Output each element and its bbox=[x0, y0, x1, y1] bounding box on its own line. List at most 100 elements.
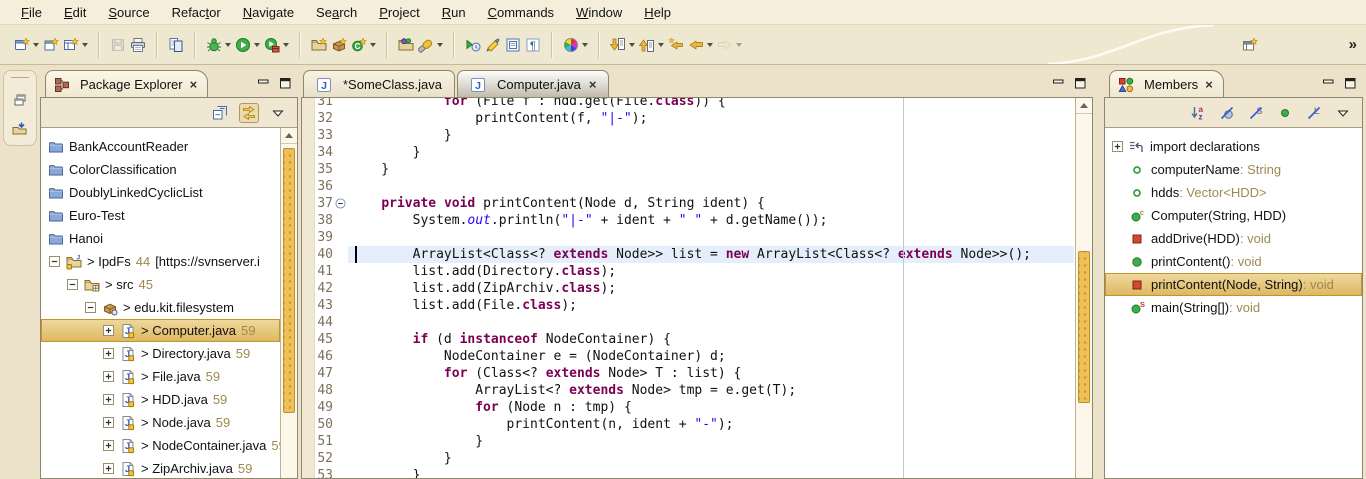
dropdown-arrow-icon[interactable] bbox=[33, 43, 39, 47]
menu-window[interactable]: Window bbox=[565, 2, 633, 23]
close-icon[interactable]: × bbox=[190, 77, 198, 92]
scrollbar-thumb[interactable] bbox=[283, 148, 295, 413]
expand-toggle-icon[interactable] bbox=[102, 462, 115, 475]
back-button[interactable] bbox=[686, 34, 715, 56]
tree-item-hanoi[interactable]: Hanoi bbox=[41, 227, 280, 250]
view-menu-button[interactable] bbox=[1333, 103, 1353, 123]
collapse-toggle-icon[interactable] bbox=[66, 278, 79, 291]
tree-item-computer-java[interactable]: J> Computer.java59 bbox=[41, 319, 280, 342]
link-with-editor-button[interactable] bbox=[239, 103, 259, 123]
prev-annotation-button[interactable] bbox=[637, 34, 666, 56]
expand-toggle-icon[interactable] bbox=[102, 393, 115, 406]
members-content[interactable]: import declarationscomputerName : String… bbox=[1105, 127, 1362, 478]
tree-item-nodecontainer-java[interactable]: J> NodeContainer.java59 bbox=[41, 434, 280, 457]
tree-item-doublylinkedcycliclist[interactable]: DoublyLinkedCyclicList bbox=[41, 181, 280, 204]
member-item-hdds[interactable]: hdds : Vector<HDD> bbox=[1105, 181, 1362, 204]
member-item-import-declarations[interactable]: import declarations bbox=[1105, 135, 1362, 158]
close-icon[interactable]: × bbox=[589, 77, 597, 92]
show-whitespace-button[interactable]: ¶ bbox=[523, 34, 543, 56]
menu-commands[interactable]: Commands bbox=[477, 2, 565, 23]
open-fast-view-button[interactable] bbox=[10, 119, 30, 139]
maximize-button[interactable] bbox=[279, 77, 292, 90]
dropdown-arrow-icon[interactable] bbox=[629, 43, 635, 47]
expand-toggle-icon[interactable] bbox=[1111, 140, 1124, 153]
sort-button[interactable]: az bbox=[1188, 103, 1208, 123]
dropdown-arrow-icon[interactable] bbox=[254, 43, 260, 47]
menu-source[interactable]: Source bbox=[97, 2, 160, 23]
open-perspective-button[interactable] bbox=[1239, 34, 1261, 56]
member-item-printcontent[interactable]: printContent() : void bbox=[1105, 250, 1362, 273]
menu-help[interactable]: Help bbox=[633, 2, 682, 23]
tree-item-ipdfs[interactable]: J> IpdFs44[https://svnserver.i bbox=[41, 250, 280, 273]
hide-static-button[interactable]: S bbox=[1246, 103, 1266, 123]
members-tab[interactable]: Members × bbox=[1109, 70, 1224, 98]
expand-toggle-icon[interactable] bbox=[102, 347, 115, 360]
dropdown-arrow-icon[interactable] bbox=[370, 43, 376, 47]
package-explorer-tab[interactable]: Package Explorer × bbox=[45, 70, 208, 98]
package-explorer-scrollbar[interactable] bbox=[280, 128, 297, 478]
menu-navigate[interactable]: Navigate bbox=[232, 2, 305, 23]
collapse-toggle-icon[interactable] bbox=[48, 255, 61, 268]
dropdown-arrow-icon[interactable] bbox=[582, 43, 588, 47]
package-explorer-content[interactable]: BankAccountReaderColorClassificationDoub… bbox=[41, 127, 297, 478]
menu-run[interactable]: Run bbox=[431, 2, 477, 23]
tab-computer-java[interactable]: J Computer.java × bbox=[457, 70, 609, 98]
tree-item-bankaccountreader[interactable]: BankAccountReader bbox=[41, 135, 280, 158]
member-item-computer-string-hdd[interactable]: cComputer(String, HDD) bbox=[1105, 204, 1362, 227]
tree-item-colorclassification[interactable]: ColorClassification bbox=[41, 158, 280, 181]
maximize-button[interactable] bbox=[1344, 77, 1357, 90]
collapse-toggle-icon[interactable] bbox=[84, 301, 97, 314]
code-editor[interactable]: 31 for (File f : hdd.get(File.class)) {3… bbox=[301, 97, 1093, 479]
expand-toggle-icon[interactable] bbox=[102, 370, 115, 383]
fold-marker-icon[interactable] bbox=[333, 195, 348, 212]
menu-project[interactable]: Project bbox=[368, 2, 430, 23]
tree-item-directory-java[interactable]: J> Directory.java59 bbox=[41, 342, 280, 365]
editor-scrollbar[interactable] bbox=[1075, 98, 1092, 478]
tab-someclass-java[interactable]: J *SomeClass.java bbox=[303, 70, 455, 98]
external-tools-button[interactable] bbox=[262, 34, 291, 56]
expand-toggle-icon[interactable] bbox=[102, 439, 115, 452]
minimize-button[interactable] bbox=[1322, 77, 1335, 90]
member-item-main-string[interactable]: Smain(String[]) : void bbox=[1105, 296, 1362, 319]
restore-views-button[interactable] bbox=[10, 91, 30, 111]
dropdown-arrow-icon[interactable] bbox=[707, 43, 713, 47]
member-item-printcontent-node-string[interactable]: printContent(Node, String) : void bbox=[1105, 273, 1362, 296]
open-type-button[interactable] bbox=[396, 34, 416, 56]
menu-edit[interactable]: Edit bbox=[53, 2, 97, 23]
toolbar-overflow-chevron[interactable]: » bbox=[1349, 36, 1356, 53]
close-icon[interactable]: × bbox=[1205, 77, 1213, 92]
view-menu-button[interactable] bbox=[268, 103, 288, 123]
run-to-line-button[interactable] bbox=[463, 34, 483, 56]
debug-button[interactable] bbox=[204, 34, 233, 56]
new-file-button[interactable] bbox=[41, 34, 61, 56]
member-item-adddrive-hdd[interactable]: addDrive(HDD) : void bbox=[1105, 227, 1362, 250]
expand-toggle-icon[interactable] bbox=[102, 416, 115, 429]
color-palette-button[interactable] bbox=[561, 34, 590, 56]
scroll-up-icon[interactable] bbox=[281, 128, 297, 144]
dropdown-arrow-icon[interactable] bbox=[736, 43, 742, 47]
print-button[interactable] bbox=[128, 34, 148, 56]
scrollbar-thumb[interactable] bbox=[1078, 251, 1090, 403]
maximize-button[interactable] bbox=[1074, 77, 1087, 90]
tree-item-src[interactable]: > src45 bbox=[41, 273, 280, 296]
dropdown-arrow-icon[interactable] bbox=[82, 43, 88, 47]
copy-book-button[interactable] bbox=[166, 34, 186, 56]
run-button[interactable] bbox=[233, 34, 262, 56]
member-item-computername[interactable]: computerName : String bbox=[1105, 158, 1362, 181]
search-button[interactable] bbox=[416, 34, 445, 56]
next-annotation-button[interactable] bbox=[608, 34, 637, 56]
minimize-button[interactable] bbox=[1052, 77, 1065, 90]
menu-refactor[interactable]: Refactor bbox=[161, 2, 232, 23]
dropdown-arrow-icon[interactable] bbox=[225, 43, 231, 47]
new-wizard-button[interactable] bbox=[12, 34, 41, 56]
highlighter-button[interactable] bbox=[483, 34, 503, 56]
scroll-up-icon[interactable] bbox=[1076, 98, 1092, 114]
hide-fields-button[interactable] bbox=[1217, 103, 1237, 123]
expand-toggle-icon[interactable] bbox=[102, 324, 115, 337]
show-source-block-button[interactable] bbox=[503, 34, 523, 56]
show-public-button[interactable] bbox=[1275, 103, 1295, 123]
hide-local-types-button[interactable]: L bbox=[1304, 103, 1324, 123]
last-edit-location-button[interactable] bbox=[666, 34, 686, 56]
new-java-project-button[interactable] bbox=[309, 34, 329, 56]
dropdown-arrow-icon[interactable] bbox=[283, 43, 289, 47]
